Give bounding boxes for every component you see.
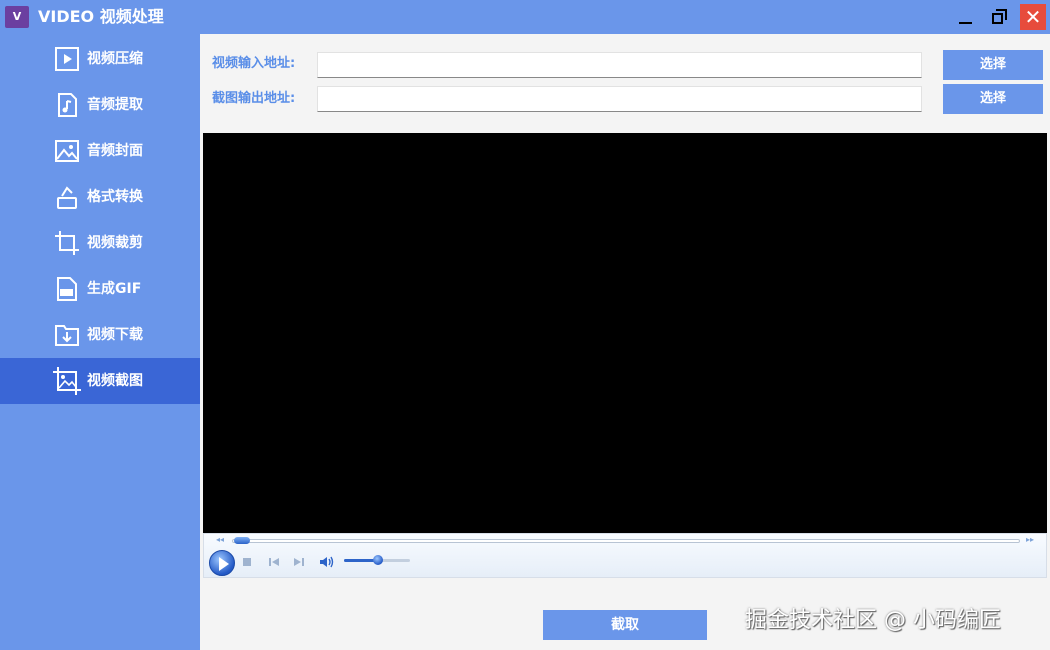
- crop-icon: [55, 231, 79, 255]
- seek-thumb[interactable]: [234, 537, 250, 544]
- video-display[interactable]: [203, 133, 1047, 533]
- gif-file-icon: [57, 277, 77, 301]
- sidebar-item-make-gif[interactable]: 生成GIF: [0, 266, 200, 312]
- media-controls: ◂◂ ▸▸: [203, 533, 1047, 578]
- sidebar: 视频压缩 音频提取 音频封面 格式转换 视频裁剪 生成GIF 视频下载 视频截图: [0, 34, 200, 650]
- next-track-icon[interactable]: [291, 554, 307, 570]
- video-input-label: 视频输入地址:: [212, 56, 296, 71]
- download-folder-icon: [55, 325, 79, 346]
- app-logo-icon: V: [5, 6, 29, 28]
- select-video-input-button[interactable]: 选择: [943, 50, 1043, 80]
- sidebar-item-label: 视频下载: [87, 327, 143, 343]
- play-button[interactable]: [209, 550, 235, 576]
- sidebar-item-video-screenshot[interactable]: 视频截图: [0, 358, 200, 404]
- sidebar-item-label: 视频裁剪: [87, 235, 143, 251]
- previous-track-icon[interactable]: [266, 554, 282, 570]
- volume-thumb[interactable]: [373, 555, 383, 565]
- sidebar-item-label: 视频压缩: [87, 51, 143, 67]
- volume-icon[interactable]: [318, 554, 334, 570]
- seek-forward-icon[interactable]: ▸▸: [1026, 535, 1034, 544]
- seek-bar[interactable]: [232, 539, 1020, 543]
- seek-back-icon[interactable]: ◂◂: [216, 535, 224, 544]
- sidebar-item-label: 生成GIF: [87, 281, 142, 297]
- close-button[interactable]: ✕: [1020, 4, 1046, 30]
- sidebar-item-label: 格式转换: [87, 189, 143, 205]
- watermark-text: 掘金技术社区 @ 小码编匠: [745, 608, 1001, 633]
- sidebar-item-audio-extract[interactable]: 音频提取: [0, 82, 200, 128]
- play-square-icon: [55, 47, 79, 71]
- capture-button[interactable]: 截取: [543, 610, 707, 640]
- image-icon: [55, 140, 79, 162]
- select-output-button[interactable]: 选择: [943, 84, 1043, 114]
- sidebar-item-label: 音频提取: [87, 97, 143, 113]
- video-input-field[interactable]: [317, 52, 922, 78]
- sidebar-item-audio-cover[interactable]: 音频封面: [0, 128, 200, 174]
- stop-button[interactable]: [239, 554, 255, 570]
- sidebar-item-label: 音频封面: [87, 143, 143, 159]
- sidebar-item-label: 视频截图: [87, 373, 143, 389]
- screenshot-output-label: 截图输出地址:: [212, 91, 296, 106]
- screenshot-crop-icon: [53, 367, 81, 395]
- window-title: VIDEO 视频处理: [38, 7, 164, 26]
- sidebar-item-video-compress[interactable]: 视频压缩: [0, 36, 200, 82]
- sidebar-item-video-download[interactable]: 视频下载: [0, 312, 200, 358]
- screenshot-output-field[interactable]: [317, 86, 922, 112]
- convert-icon: [57, 186, 77, 209]
- sidebar-item-format-convert[interactable]: 格式转换: [0, 174, 200, 220]
- maximize-button[interactable]: [986, 4, 1012, 30]
- title-bar: V VIDEO 视频处理 ✕: [0, 0, 1050, 34]
- minimize-button[interactable]: [953, 4, 979, 30]
- music-note-icon: [58, 93, 77, 117]
- sidebar-item-video-crop[interactable]: 视频裁剪: [0, 220, 200, 266]
